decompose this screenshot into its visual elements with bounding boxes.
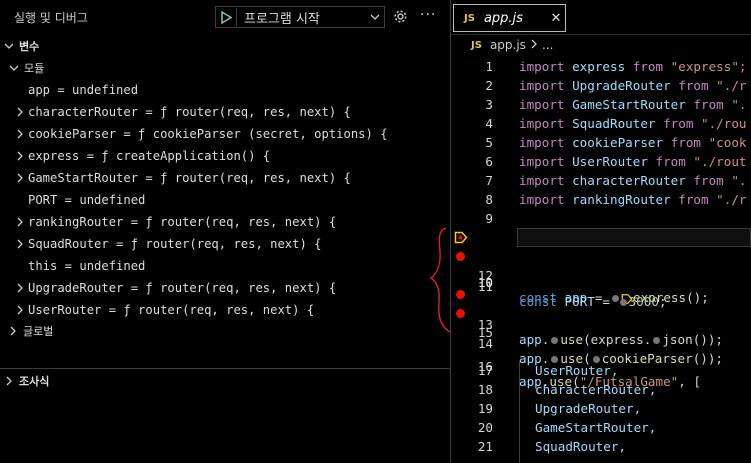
- close-icon[interactable]: ✕: [547, 11, 565, 26]
- variable-text: cookieParser = ƒ cookieParser (secret, o…: [28, 127, 388, 141]
- chevron-right-icon: [14, 151, 26, 161]
- code-line: 16 app.use("/FutsalGame", [: [477, 359, 702, 389]
- variable-item[interactable]: express = ƒ createApplication() {: [14, 145, 270, 167]
- scope-label: 모듈: [24, 62, 45, 75]
- chevron-right-icon: [14, 239, 26, 249]
- variable-item[interactable]: UserRouter = ƒ router(req, res, next) {: [14, 299, 314, 321]
- variable-text: SquadRouter = ƒ router(req, res, next) {: [28, 237, 322, 251]
- panel-title: 실행 및 디버그: [14, 11, 88, 25]
- variables-section-header[interactable]: 변수: [0, 35, 39, 57]
- chevron-down-icon: [8, 65, 20, 71]
- debug-panel: 실행 및 디버그 프로그램 시작 ··· 변수 모듈 app = undefin…: [0, 0, 451, 463]
- tab-bar: JS app.js ✕: [451, 0, 751, 35]
- launch-config-label: 프로그램 시작: [244, 11, 320, 27]
- debug-stackframe-icon[interactable]: [454, 231, 468, 244]
- chevron-right-icon: [2, 376, 16, 386]
- breakpoint-icon[interactable]: [456, 290, 465, 299]
- section-label: 변수: [19, 40, 40, 53]
- chevron-down-icon[interactable]: [366, 14, 384, 20]
- chevron-down-icon: [2, 43, 16, 49]
- chevron-right-icon: [14, 107, 26, 117]
- variable-item[interactable]: UpgradeRouter = ƒ router(req, res, next)…: [14, 277, 336, 299]
- line-highlight: [517, 228, 751, 247]
- javascript-file-icon: JS: [471, 39, 482, 51]
- code-line: 15: [477, 325, 493, 340]
- variable-item[interactable]: GameStartRouter = ƒ router(req, res, nex…: [14, 167, 351, 189]
- section-label: 조사식: [19, 375, 50, 388]
- code-line: 19 UpgradeRouter,: [477, 401, 642, 416]
- code-line: 17 UserRouter,: [477, 363, 619, 378]
- breadcrumb[interactable]: JS app.js ...: [471, 38, 553, 52]
- chevron-right-icon: [14, 305, 26, 315]
- modules-scope[interactable]: 모듈: [8, 57, 44, 79]
- code-line: 9: [485, 211, 493, 226]
- launch-config-select[interactable]: 프로그램 시작: [215, 6, 385, 28]
- variable-item[interactable]: characterRouter = ƒ router(req, res, nex…: [14, 101, 351, 123]
- annotation-brace: [429, 227, 451, 333]
- breadcrumb-file: app.js: [489, 38, 526, 52]
- chevron-right-icon: [14, 283, 26, 293]
- variable-text: rankingRouter = ƒ router(req, res, next)…: [28, 215, 337, 229]
- watch-section-header[interactable]: 조사식: [0, 370, 49, 392]
- code-line: 2 import UpgradeRouter from "./r: [485, 78, 747, 93]
- javascript-file-icon: JS: [464, 12, 475, 24]
- variable-item[interactable]: this = undefined: [14, 255, 145, 277]
- scope-label: 글로벌: [23, 325, 54, 338]
- code-line: 20 GameStartRouter,: [477, 420, 657, 435]
- variable-item[interactable]: rankingRouter = ƒ router(req, res, next)…: [14, 211, 336, 233]
- variable-text: express = ƒ createApplication() {: [28, 149, 271, 163]
- current-execution-line: 10 const app = express();: [451, 228, 751, 305]
- chevron-right-icon: [531, 38, 537, 52]
- variable-item[interactable]: app = undefined: [14, 79, 138, 101]
- more-actions-icon[interactable]: ···: [420, 7, 436, 23]
- breadcrumb-tail: ...: [541, 38, 554, 52]
- chevron-right-icon: [6, 326, 20, 336]
- globals-scope[interactable]: 글로벌: [4, 320, 53, 342]
- editor-area: JS app.js ✕ JS app.js ... 1 import expres…: [451, 0, 751, 463]
- code-line: 12: [477, 268, 493, 283]
- divider: [0, 368, 450, 369]
- variable-text: PORT = undefined: [28, 193, 146, 207]
- variable-text: app = undefined: [28, 83, 139, 97]
- variable-text: this = undefined: [28, 259, 146, 273]
- breakpoint-icon[interactable]: [456, 252, 465, 261]
- variable-item[interactable]: PORT = undefined: [14, 189, 145, 211]
- code-line: 7 import characterRouter from ".: [485, 173, 747, 188]
- code-line: 5 import cookieParser from "cook: [485, 135, 747, 150]
- variable-item[interactable]: SquadRouter = ƒ router(req, res, next) {: [14, 233, 322, 255]
- code-line: 21 SquadRouter,: [477, 439, 626, 454]
- code-line: 18 characterRouter,: [477, 382, 657, 397]
- play-icon: [221, 10, 232, 24]
- variable-text: UpgradeRouter = ƒ router(req, res, next)…: [28, 281, 337, 295]
- tab-app-js[interactable]: JS app.js ✕: [453, 4, 566, 32]
- gear-icon[interactable]: [393, 9, 408, 28]
- code-line: 3 import GameStartRouter from ".: [485, 97, 747, 112]
- variable-text: characterRouter = ƒ router(req, res, nex…: [28, 105, 351, 119]
- variable-text: GameStartRouter = ƒ router(req, res, nex…: [28, 171, 351, 185]
- breakpoint-icon[interactable]: [456, 309, 465, 318]
- code-line: 4 import SquadRouter from "./rou: [485, 116, 747, 131]
- chevron-right-icon: [14, 129, 26, 139]
- code-line: 11 const PORT = 3000;: [451, 247, 751, 309]
- variable-item[interactable]: cookieParser = ƒ cookieParser (secret, o…: [14, 123, 388, 145]
- start-debugging-button[interactable]: [216, 7, 236, 27]
- variable-text: UserRouter = ƒ router(req, res, next) {: [28, 303, 315, 317]
- code-line: 13 app. use(express. json());: [451, 285, 751, 347]
- code-line: 14 app. use(cookieParser());: [451, 304, 751, 366]
- code-line: 6 import UserRouter from "./rout: [485, 154, 747, 169]
- code-line: 1 import express from "express";: [485, 59, 747, 74]
- chevron-right-icon: [14, 217, 26, 227]
- chevron-right-icon: [14, 173, 26, 183]
- tab-label: app.js: [483, 10, 523, 26]
- code-line: 8 import rankingRouter from "./r: [485, 192, 747, 207]
